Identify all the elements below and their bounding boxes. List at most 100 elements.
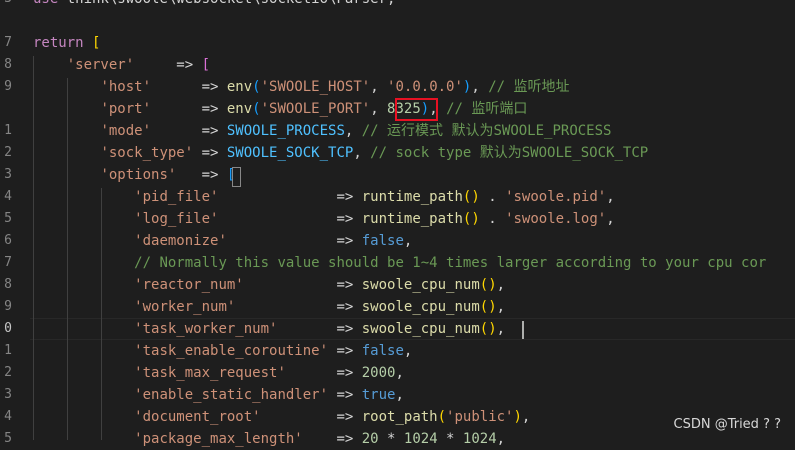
code-line-text: 'enable_static_handler' => true, [33, 384, 404, 406]
code-token: return [33, 35, 84, 51]
code-area[interactable]: use think\swoole\websocket\socketio\Pars… [0, 0, 795, 447]
code-token: () [479, 277, 497, 293]
code-token: use [33, 0, 58, 7]
code-token: 'package_max_length' [134, 431, 303, 447]
code-line-text: 'worker_num' => swoole_cpu_num(), [33, 296, 505, 318]
code-token: => [134, 57, 202, 73]
port-value-highlight-box [395, 98, 438, 121]
code-editor[interactable]: 3789123456789012345 use think\swoole\web… [0, 0, 795, 447]
code-line[interactable]: 'host' => env('SWOOLE_HOST', '0.0.0.0'),… [0, 76, 795, 98]
code-token: , [344, 123, 362, 139]
code-line-text: 'options' => [ [33, 164, 235, 186]
code-token: false [361, 343, 404, 359]
code-line[interactable]: 'enable_static_handler' => true, [0, 384, 795, 406]
indent-guide [67, 78, 68, 440]
code-token: , [471, 79, 489, 95]
code-line[interactable]: 'task_max_request' => 2000, [0, 362, 795, 384]
code-token: , [395, 365, 404, 381]
code-token: () [479, 299, 497, 315]
code-token: swoole_cpu_num [361, 299, 480, 315]
code-token: 'SWOOLE_HOST' [260, 79, 371, 95]
code-token: => [277, 321, 362, 337]
code-line[interactable]: 'mode' => SWOOLE_PROCESS, // 运行模式 默认为SWO… [0, 120, 795, 142]
code-line[interactable]: 'options' => [ [0, 164, 795, 186]
code-token: 'daemonize' [134, 233, 227, 249]
code-token: 'task_enable_coroutine' [134, 343, 329, 359]
matching-bracket-box [232, 167, 241, 187]
code-token: => [176, 167, 227, 183]
code-line[interactable]: 'log_file' => runtime_path() . 'swoole.l… [0, 208, 795, 230]
code-token: // Normally this value should be 1~4 tim… [134, 255, 767, 271]
code-token: Parser; [336, 0, 395, 7]
code-line[interactable]: 'server' => [ [0, 54, 795, 76]
code-token: => [235, 299, 362, 315]
code-token: * [378, 431, 404, 447]
code-line[interactable] [0, 10, 795, 32]
code-token: 1024 [462, 431, 497, 447]
code-line[interactable]: 'reactor_num' => swoole_cpu_num(), [0, 274, 795, 296]
code-token: // sock type 默认为SWOOLE_SOCK_TCP [370, 145, 649, 161]
code-token: => [151, 79, 227, 95]
code-token: , [353, 145, 371, 161]
code-token: => [218, 189, 362, 205]
code-token: , [496, 299, 506, 315]
code-token: () [479, 321, 497, 337]
code-token: , [403, 233, 413, 249]
code-token: , [370, 79, 388, 95]
code-token: 'pid_file' [134, 189, 219, 205]
code-token: [ [92, 35, 101, 51]
code-line-text: 'task_worker_num' => swoole_cpu_num(), [33, 318, 505, 340]
code-token: env [226, 79, 253, 95]
indent-guide [101, 188, 102, 440]
code-token: 'sock_type' [100, 145, 194, 161]
code-token: ( [252, 79, 261, 95]
code-token: => [243, 277, 362, 293]
code-line-text: 'mode' => SWOOLE_PROCESS, // 运行模式 默认为SWO… [33, 120, 611, 142]
code-token: => [260, 409, 362, 425]
code-line[interactable]: 'sock_type' => SWOOLE_SOCK_TCP, // sock … [0, 142, 795, 164]
code-token: swoole_cpu_num [361, 321, 480, 337]
code-token: 'document_root' [134, 409, 261, 425]
code-token: SWOOLE_PROCESS [226, 123, 345, 139]
code-token: . [479, 189, 506, 205]
code-token: => [151, 123, 227, 139]
code-line-text: 'reactor_num' => swoole_cpu_num(), [33, 274, 505, 296]
code-token: 'log_file' [134, 211, 219, 227]
code-token: 1024 [403, 431, 438, 447]
code-token: 'host' [100, 79, 152, 95]
code-token: , [496, 277, 506, 293]
code-token: runtime_path [361, 211, 463, 227]
code-token: , [606, 189, 615, 205]
code-token: swoole_cpu_num [361, 277, 480, 293]
code-token: , [496, 431, 506, 447]
code-line[interactable]: // Normally this value should be 1~4 tim… [0, 252, 795, 274]
code-token: 20 [361, 431, 379, 447]
code-token: 'public' [446, 409, 514, 425]
code-line-text: 'document_root' => root_path('public'), [33, 406, 530, 428]
text-cursor [522, 321, 524, 339]
code-token: 'worker_num' [134, 299, 236, 315]
code-line[interactable]: 'task_worker_num' => swoole_cpu_num(), [0, 318, 795, 340]
code-line[interactable]: 'task_enable_coroutine' => false, [0, 340, 795, 362]
csdn-watermark: CSDN @Tried ? ? [673, 417, 782, 432]
code-line[interactable]: return [ [0, 32, 795, 54]
code-token: 'task_worker_num' [134, 321, 278, 337]
code-line-text: 'host' => env('SWOOLE_HOST', '0.0.0.0'),… [33, 76, 569, 98]
code-line[interactable]: 'daemonize' => false, [0, 230, 795, 252]
code-token: [ [201, 57, 211, 73]
code-line[interactable]: use think\swoole\websocket\socketio\Pars… [0, 0, 795, 10]
code-line-text: 'daemonize' => false, [33, 230, 412, 252]
code-line[interactable]: 'pid_file' => runtime_path() . 'swoole.p… [0, 186, 795, 208]
code-token: => [302, 431, 362, 447]
code-token: , [403, 343, 413, 359]
code-line[interactable]: 'worker_num' => swoole_cpu_num(), [0, 296, 795, 318]
code-token: ( [252, 101, 261, 117]
